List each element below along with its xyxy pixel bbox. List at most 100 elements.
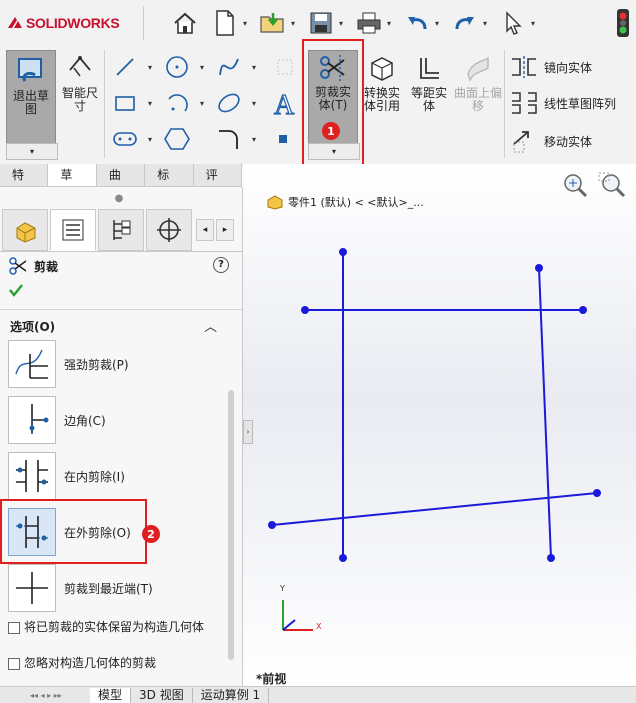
exit-sketch-icon (18, 58, 42, 82)
point-icon[interactable] (274, 130, 292, 148)
option-corner[interactable]: 边角(C) (8, 396, 106, 444)
circle-icon[interactable] (164, 54, 190, 80)
spline-icon[interactable] (216, 54, 242, 80)
rectangle-icon[interactable] (112, 90, 138, 116)
fillet-icon[interactable] (216, 126, 242, 152)
sketch-endpoint[interactable] (301, 306, 309, 314)
convert-entities-label: 转换实体引用 (363, 86, 400, 113)
sketch-endpoint[interactable] (339, 554, 347, 562)
sketch-endpoint[interactable] (547, 554, 555, 562)
offset-entities-button[interactable]: 等距实体 (406, 50, 452, 142)
panel-scrollbar[interactable] (228, 390, 234, 660)
slot-icon[interactable] (112, 126, 138, 152)
rectangle-dropdown-icon[interactable]: ▾ (146, 90, 154, 116)
select-cursor-icon[interactable] (498, 8, 528, 38)
new-dropdown-icon[interactable]: ▾ (240, 19, 250, 28)
tab-features[interactable]: 特征 (0, 164, 49, 204)
trim-scissors-icon (9, 257, 27, 275)
configuration-manager-tab[interactable] (98, 209, 144, 251)
option-trim-inside[interactable]: 在内剪除(I) (8, 452, 125, 500)
collapse-chevron-icon[interactable]: ︿ (204, 316, 217, 335)
highlight-box-trim-outside (0, 499, 147, 564)
move-entities-button[interactable]: 移动实体 (510, 128, 592, 154)
panel-grip-icon[interactable]: ● (114, 194, 124, 204)
tab-sketch[interactable]: 草图 (48, 164, 97, 204)
tab-model[interactable]: 模型 (90, 687, 132, 703)
checkbox-box[interactable] (8, 622, 20, 634)
bottom-tabs-bar: ◂◂ ◂ ▸ ▸▸ 模型 3D 视图 运动算例 1 (0, 686, 636, 703)
sketch-endpoint[interactable] (268, 521, 276, 529)
tab-3d-view[interactable]: 3D 视图 (131, 687, 193, 703)
tab-surfaces[interactable]: 曲面 (96, 164, 146, 204)
arc-icon[interactable] (164, 90, 190, 116)
surface-offset-label: 曲面上偏移 (454, 86, 503, 113)
option-power-trim[interactable]: 强劲剪裁(P) (8, 340, 129, 388)
arc-dropdown-icon[interactable]: ▾ (198, 90, 206, 116)
home-icon[interactable] (170, 8, 200, 38)
fillet-dropdown-icon[interactable]: ▾ (250, 126, 258, 152)
tab-markup[interactable]: 标注 (145, 164, 194, 204)
tab-scroll-left-icon[interactable]: ◂ (196, 219, 214, 241)
redo-icon[interactable] (450, 8, 480, 38)
ds-logo-icon (8, 17, 22, 28)
bottom-nav-arrows[interactable]: ◂◂ ◂ ▸ ▸▸ (0, 688, 90, 703)
point-grid-icon (272, 54, 298, 80)
linear-sketch-pattern-button[interactable]: 线性草图阵列 (510, 90, 616, 116)
ellipse-icon[interactable] (216, 90, 242, 116)
separator (504, 50, 505, 158)
convert-entities-button[interactable]: 转换实体引用 (360, 50, 404, 142)
tab-evaluate[interactable]: 评估 (193, 164, 243, 204)
open-folder-icon[interactable] (258, 8, 288, 38)
sketch-endpoint[interactable] (535, 264, 543, 272)
open-dropdown-icon[interactable]: ▾ (288, 19, 298, 28)
keep-trimmed-label: 将已剪裁的实体保留为构造几何体 (24, 620, 205, 634)
undo-dropdown-icon[interactable]: ▾ (432, 19, 442, 28)
sketch-endpoint[interactable] (579, 306, 587, 314)
spline-dropdown-icon[interactable]: ▾ (250, 54, 258, 80)
save-dropdown-icon[interactable]: ▾ (336, 19, 346, 28)
traffic-light-icon[interactable] (616, 8, 630, 41)
text-icon[interactable]: A (270, 88, 300, 118)
checkbox-box[interactable] (8, 658, 20, 670)
feature-manager-tab[interactable] (2, 209, 48, 251)
undo-icon[interactable] (402, 8, 432, 38)
help-icon[interactable]: ? (213, 257, 229, 273)
smart-dimension-button[interactable]: 智能尺寸 (58, 50, 102, 142)
property-manager-tab[interactable] (50, 209, 96, 251)
power-trim-icon (8, 340, 56, 388)
tab-scroll-right-icon[interactable]: ▸ (216, 219, 234, 241)
print-icon[interactable] (354, 8, 384, 38)
print-dropdown-icon[interactable]: ▾ (384, 19, 394, 28)
sketch-canvas[interactable] (243, 164, 636, 686)
dimxpert-tab[interactable] (146, 209, 192, 251)
polygon-icon[interactable] (164, 126, 190, 152)
ignore-construction-label: 忽略对构造几何体的剪裁 (24, 656, 157, 670)
circle-dropdown-icon[interactable]: ▾ (198, 54, 206, 80)
select-dropdown-icon[interactable]: ▾ (528, 19, 538, 28)
sketch-endpoint[interactable] (339, 248, 347, 256)
mirror-entities-button[interactable]: 镜向实体 (510, 54, 592, 80)
ellipse-dropdown-icon[interactable]: ▾ (250, 90, 258, 116)
tab-motion-study[interactable]: 运动算例 1 (193, 687, 270, 703)
separator (0, 309, 242, 310)
sketch-line-vertical-right[interactable] (538, 267, 552, 559)
exit-sketch-dropdown-icon[interactable]: ▾ (6, 143, 58, 160)
save-icon[interactable] (306, 8, 336, 38)
exit-sketch-button[interactable]: 退出草图 (6, 50, 56, 144)
axis-x-label: X (316, 622, 322, 631)
trim-to-closest-label: 剪裁到最近端(T) (64, 581, 153, 596)
keep-trimmed-as-construction-checkbox[interactable]: 将已剪裁的实体保留为构造几何体 (8, 621, 218, 634)
option-trim-to-closest[interactable]: 剪裁到最近端(T) (8, 564, 153, 612)
line-icon[interactable] (112, 54, 138, 80)
trim-inside-label: 在内剪除(I) (64, 469, 125, 484)
new-document-icon[interactable] (210, 8, 240, 38)
options-section-title: 选项(O) (10, 320, 56, 334)
axis-y-label: Y (280, 584, 285, 593)
redo-dropdown-icon[interactable]: ▾ (480, 19, 490, 28)
command-tabs: 特征 草图 曲面 标注 评估 (0, 164, 243, 204)
line-dropdown-icon[interactable]: ▾ (146, 54, 154, 80)
ignore-construction-checkbox[interactable]: 忽略对构造几何体的剪裁 (8, 657, 218, 670)
slot-dropdown-icon[interactable]: ▾ (146, 126, 154, 152)
sketch-endpoint[interactable] (593, 489, 601, 497)
ok-checkmark-icon[interactable] (8, 282, 24, 301)
